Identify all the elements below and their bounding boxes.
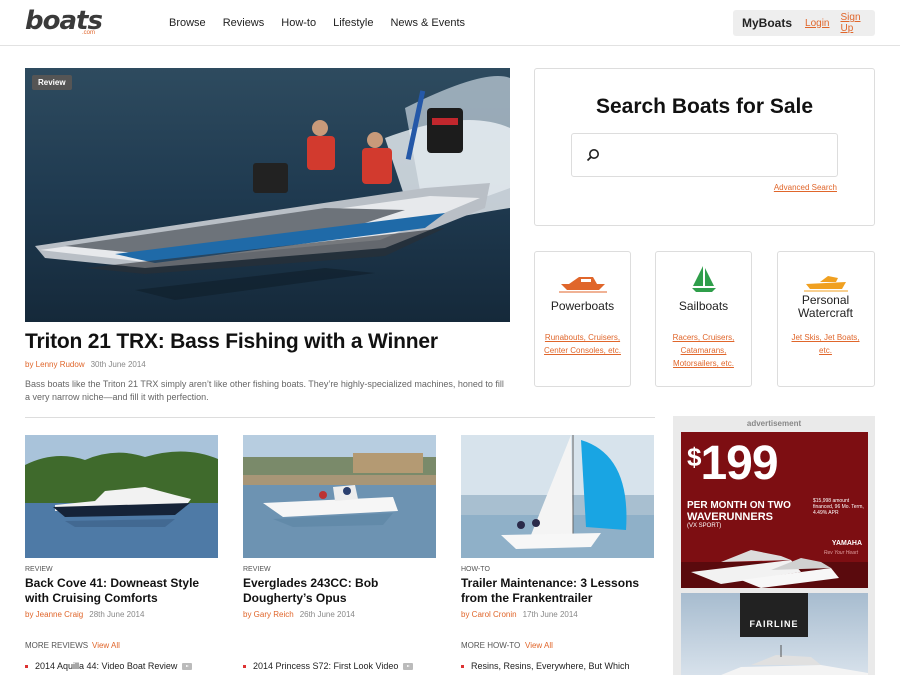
ad-price-value: 199 bbox=[700, 437, 778, 490]
fairline-logo: FAIRLINE bbox=[740, 593, 808, 637]
view-all-reviews-link[interactable]: View All bbox=[92, 641, 120, 650]
section-divider bbox=[25, 417, 655, 418]
article-image-back-cove[interactable] bbox=[25, 435, 218, 558]
hero-description: Bass boats like the Triton 21 TRX simply… bbox=[25, 379, 504, 402]
advertisement-column: advertisement $199 PER MONTH ON TWO WAVE… bbox=[673, 416, 875, 675]
nav-browse[interactable]: Browse bbox=[169, 16, 206, 30]
search-icon bbox=[586, 149, 599, 162]
article-title[interactable]: Everglades 243CC: Bob Dougherty’s Opus bbox=[243, 576, 423, 606]
advertisement-label: advertisement bbox=[746, 419, 802, 428]
article-image-trailer[interactable] bbox=[461, 435, 654, 558]
search-title: Search Boats for Sale bbox=[595, 95, 814, 118]
article-byline: by Jeanne Craig 28th June 2014 bbox=[25, 610, 144, 619]
search-panel: Search Boats for Sale Advanced Search bbox=[534, 68, 875, 226]
hero-title[interactable]: Triton 21 TRX: Bass Fishing with a Winne… bbox=[25, 330, 438, 354]
list-item[interactable]: 2014 Princess S72: First Look Video bbox=[243, 661, 414, 671]
nav-lifestyle[interactable]: Lifestyle bbox=[333, 16, 373, 30]
account-bar: MyBoats Login Sign Up bbox=[733, 10, 875, 36]
article-image-everglades[interactable] bbox=[243, 435, 436, 558]
advanced-search-link[interactable]: Advanced Search bbox=[774, 183, 837, 192]
yamaha-logo: YAMAHA bbox=[831, 540, 862, 547]
logo-domain: .com bbox=[82, 30, 96, 36]
ad-headline-2: WAVERUNNERS bbox=[687, 511, 773, 523]
article-date: 26th June 2014 bbox=[299, 610, 355, 619]
article-byline: by Gary Reich 26th June 2014 bbox=[243, 610, 355, 619]
ad-headline: PER MONTH ON TWO bbox=[687, 500, 791, 511]
login-link[interactable]: Login bbox=[805, 18, 829, 29]
myboats-link[interactable]: MyBoats bbox=[742, 16, 792, 30]
article-byline: by Carol Cronin 17th June 2014 bbox=[461, 610, 578, 619]
category-title: Personal Watercraft bbox=[798, 293, 853, 320]
nav-reviews[interactable]: Reviews bbox=[223, 16, 265, 30]
article-date: 28th June 2014 bbox=[89, 610, 145, 619]
category-title: Sailboats bbox=[678, 299, 729, 313]
category-links[interactable]: Jet Skis, Jet Boats, etc. bbox=[786, 331, 865, 357]
list-item-label: 2014 Aquilla 44: Video Boat Review bbox=[35, 661, 178, 671]
article-category: HOW-TO bbox=[461, 566, 490, 573]
bass-boat-photo bbox=[25, 68, 510, 322]
nav-news-events[interactable]: News & Events bbox=[390, 16, 465, 30]
back-cove-photo bbox=[25, 435, 218, 558]
article-title[interactable]: Back Cove 41: Downeast Style with Cruisi… bbox=[25, 576, 225, 606]
review-badge: Review bbox=[32, 75, 72, 90]
signup-link[interactable]: Sign Up bbox=[840, 12, 864, 34]
more-reviews-label: MORE REVIEWS bbox=[25, 641, 89, 650]
hero-byline: by Lenny Rudow 30th June 2014 bbox=[25, 360, 146, 369]
list-item-label: 2014 Princess S72: First Look Video bbox=[253, 661, 399, 671]
boats-logo[interactable]: boats .com bbox=[25, 8, 103, 38]
category-title: Powerboats bbox=[550, 299, 615, 313]
category-personal-watercraft[interactable]: Personal Watercraft Jet Skis, Jet Boats,… bbox=[777, 251, 875, 387]
view-all-how-to-link[interactable]: View All bbox=[525, 641, 553, 650]
category-sailboats[interactable]: Sailboats Racers, Cruisers, Catamarans, … bbox=[655, 251, 752, 387]
powerboat-icon bbox=[559, 277, 607, 293]
hero-date: 30th June 2014 bbox=[90, 360, 146, 369]
hero-image[interactable] bbox=[25, 68, 510, 322]
article-date: 17th June 2014 bbox=[522, 610, 578, 619]
article-author[interactable]: by Jeanne Craig bbox=[25, 610, 83, 619]
article-author[interactable]: by Carol Cronin bbox=[461, 610, 517, 619]
ad-price: $199 bbox=[687, 436, 779, 491]
ad-fine-print: $15,998 amount financed, 96 Mo. Term, 4.… bbox=[813, 498, 864, 516]
list-item[interactable]: Resins, Resins, Everywhere, But Which bbox=[461, 661, 630, 671]
yacht-graphic bbox=[721, 645, 868, 675]
nav-how-to[interactable]: How-to bbox=[281, 16, 316, 30]
main-nav: Browse Reviews How-to Lifestyle News & E… bbox=[169, 16, 482, 30]
article-author[interactable]: by Gary Reich bbox=[243, 610, 294, 619]
list-item-label: Resins, Resins, Everywhere, But Which bbox=[471, 661, 630, 671]
article-title[interactable]: Trailer Maintenance: 3 Lessons from the … bbox=[461, 576, 657, 606]
jetski-icon bbox=[804, 276, 848, 292]
hero-author[interactable]: by Lenny Rudow bbox=[25, 360, 85, 369]
yamaha-tagline: Rev Your Heart bbox=[823, 550, 858, 556]
sailboat-icon bbox=[692, 266, 716, 292]
article-category: REVIEW bbox=[243, 566, 271, 573]
ad-dollar-sign: $ bbox=[687, 442, 702, 472]
fairline-ad[interactable]: FAIRLINE bbox=[681, 593, 868, 675]
site-header: boats .com Browse Reviews How-to Lifesty… bbox=[0, 0, 900, 46]
yamaha-ad[interactable]: $199 PER MONTH ON TWO WAVERUNNERS $15,99… bbox=[681, 432, 868, 588]
ad-model: (VX SPORT) bbox=[687, 523, 722, 529]
category-links[interactable]: Runabouts, Cruisers, Center Consoles, et… bbox=[543, 331, 622, 357]
category-links[interactable]: Racers, Cruisers, Catamarans, Motorsaile… bbox=[664, 331, 743, 370]
everglades-photo bbox=[243, 435, 436, 558]
list-item[interactable]: 2014 Aquilla 44: Video Boat Review bbox=[25, 661, 193, 671]
video-icon bbox=[403, 663, 414, 671]
video-icon bbox=[182, 663, 193, 671]
more-how-to-label: MORE HOW-TO bbox=[461, 641, 521, 650]
search-input[interactable] bbox=[571, 133, 838, 177]
sailboat-photo bbox=[461, 435, 654, 558]
category-powerboats[interactable]: Powerboats Runabouts, Cruisers, Center C… bbox=[534, 251, 631, 387]
article-category: REVIEW bbox=[25, 566, 53, 573]
